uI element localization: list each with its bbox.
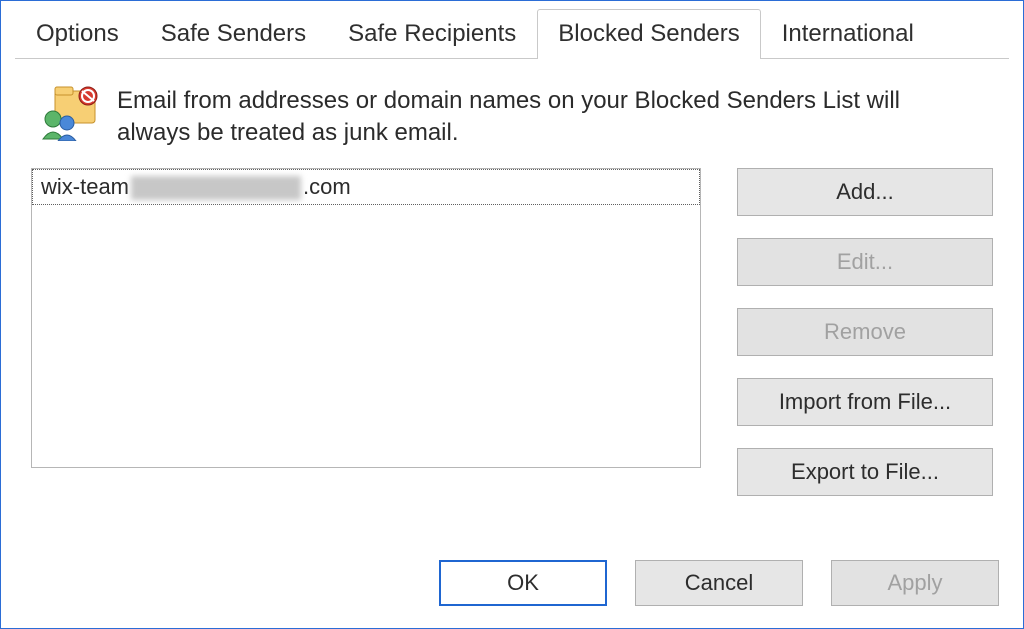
tab-label: International [782,20,914,47]
list-item-left: wix-team [41,174,129,199]
list-item[interactable]: wix-team .com [32,169,700,205]
list-item-text: wix-team .com [41,174,351,200]
blocked-senders-listbox[interactable]: wix-team .com [31,168,701,468]
redacted-segment [131,176,301,200]
edit-button: Edit... [737,238,993,286]
list-and-buttons-row: wix-team .com Add... Edit... Remove Impor… [31,168,993,530]
button-label: Edit... [837,249,893,275]
tab-panel-blocked-senders: Email from addresses or domain names on … [1,59,1023,530]
tab-options[interactable]: Options [15,9,140,60]
list-item-right: .com [303,174,351,199]
intro-text: Email from addresses or domain names on … [117,85,937,150]
remove-button: Remove [737,308,993,356]
dialog-button-row: OK Cancel Apply [1,530,1023,628]
add-button[interactable]: Add... [737,168,993,216]
side-buttons: Add... Edit... Remove Import from File..… [737,168,993,496]
button-label: OK [507,570,539,596]
button-label: Cancel [685,570,753,596]
button-label: Apply [887,570,942,596]
tab-strip: Options Safe Senders Safe Recipients Blo… [1,1,1023,59]
cancel-button[interactable]: Cancel [635,560,803,606]
tab-label: Blocked Senders [558,20,739,47]
button-label: Import from File... [779,389,951,415]
button-label: Remove [824,319,906,345]
ok-button[interactable]: OK [439,560,607,606]
import-from-file-button[interactable]: Import from File... [737,378,993,426]
tab-label: Options [36,20,119,47]
intro-row: Email from addresses or domain names on … [31,79,993,168]
tab-label: Safe Senders [161,20,306,47]
tab-safe-senders[interactable]: Safe Senders [140,9,327,60]
blocked-senders-icon [37,85,99,141]
junk-email-options-dialog: Options Safe Senders Safe Recipients Blo… [0,0,1024,629]
apply-button: Apply [831,560,999,606]
export-to-file-button[interactable]: Export to File... [737,448,993,496]
tab-label: Safe Recipients [348,20,516,47]
tab-blocked-senders[interactable]: Blocked Senders [537,9,760,60]
tab-international[interactable]: International [761,9,935,60]
button-label: Add... [836,179,893,205]
tab-safe-recipients[interactable]: Safe Recipients [327,9,537,60]
button-label: Export to File... [791,459,939,485]
